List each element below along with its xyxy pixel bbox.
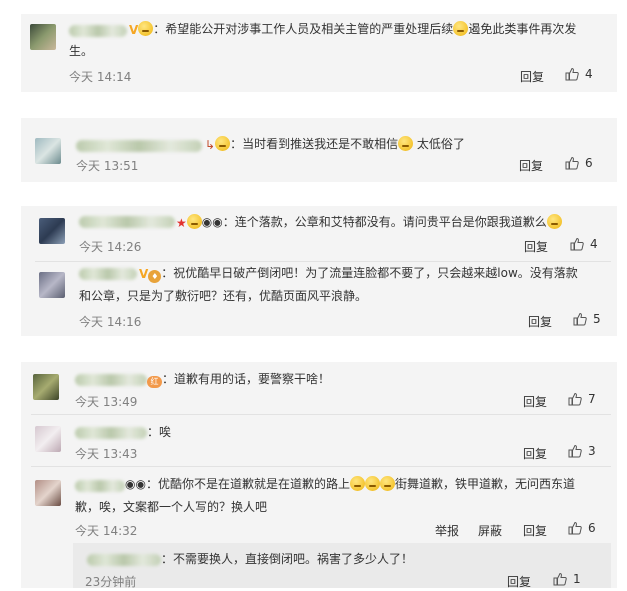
- avatar[interactable]: [35, 480, 61, 506]
- comment-text: 遏免此类事件再次发: [468, 22, 577, 36]
- username[interactable]: [75, 374, 147, 386]
- smile-emoji-icon: [186, 214, 202, 229]
- like-count: 5: [593, 312, 601, 326]
- like-button[interactable]: 6: [568, 521, 596, 535]
- panda-icon: ◉◉: [201, 215, 223, 229]
- divider: [31, 414, 611, 415]
- comment-text: 生。: [69, 44, 94, 58]
- avatar[interactable]: [39, 272, 65, 298]
- timestamp: 今天 14:32: [75, 524, 138, 538]
- thumbs-up-icon: [570, 237, 584, 251]
- thumbs-up-icon: [565, 156, 579, 170]
- timestamp: 今天 13:51: [76, 159, 139, 173]
- thumbs-up-icon: [573, 312, 587, 326]
- like-button[interactable]: 4: [570, 237, 598, 251]
- medal-icon: ♦: [148, 270, 162, 283]
- timestamp: 今天 14:26: [79, 240, 142, 254]
- username[interactable]: [75, 427, 147, 439]
- timestamp: 今天 14:14: [69, 70, 132, 84]
- username[interactable]: [79, 268, 137, 280]
- thumbs-up-icon: [568, 444, 582, 458]
- avatar[interactable]: [35, 138, 61, 164]
- username[interactable]: [75, 480, 125, 492]
- username[interactable]: [79, 216, 175, 228]
- like-count: 6: [588, 521, 596, 535]
- comment-card-3: ★ ◉◉：连个落款，公章和艾特都没有。请问贵平台是你跟我道歉么 今天 14:26 …: [21, 206, 617, 336]
- thumbs-up-icon: [568, 392, 582, 406]
- comment-text: 街舞道歉，铁甲道歉，无问西东道: [394, 477, 575, 491]
- comment-card-1: V ：希望能公开对涉事工作人员及相关主管的严重处理后续 遏免此类事件再次发 生。 今…: [21, 14, 617, 92]
- like-count: 7: [588, 392, 596, 406]
- smile-emoji-icon: [138, 21, 154, 36]
- v-badge-icon: V: [129, 23, 139, 37]
- like-count: 4: [590, 237, 598, 251]
- comment-card-4: 红：道歉有用的话，要警察干啥！ 今天 13:49 回复 7 ：唉 今天 13:4…: [21, 362, 617, 590]
- comment-text: 和公章，只是为了敷衍吧？还有，优酷页面风平浪静。: [79, 289, 368, 303]
- timestamp: 今天 13:43: [75, 447, 138, 461]
- comment-text: ：连个落款，公章和艾特都没有。请问贵平台是你跟我道歉么: [222, 215, 547, 229]
- like-button[interactable]: 4: [565, 67, 593, 81]
- thumbs-up-icon: [553, 572, 567, 586]
- comment-text: ：优酷你不是在道歉就是在道歉的路上: [145, 477, 350, 491]
- comment-text: 歉，唉，文案都一个人写的？换人吧: [75, 500, 268, 514]
- level-badge-icon: 红: [147, 376, 162, 388]
- flag-icon: ↳: [205, 138, 216, 152]
- divider: [35, 261, 611, 262]
- comment-text: ：当时看到推送我还是不敢相信: [230, 137, 399, 151]
- reply-button[interactable]: 回复: [523, 393, 547, 410]
- smile-emoji-icon: [453, 21, 469, 36]
- like-count: 3: [588, 444, 596, 458]
- like-count: 4: [585, 67, 593, 81]
- comment-text: ：唉: [147, 425, 172, 439]
- reply-button[interactable]: 回复: [523, 445, 547, 462]
- username[interactable]: [87, 554, 161, 566]
- comment-text: ：祝优酷早日破产倒闭吧！为了流量连脸都不要了，只会越来越low。没有落款: [161, 266, 578, 280]
- panda-icon: ◉◉: [125, 477, 146, 491]
- v-badge-icon: V: [139, 267, 149, 281]
- smile-emoji-icon: [215, 136, 231, 151]
- like-button[interactable]: 1: [553, 572, 581, 586]
- comment-text: ：道歉有用的话，要警察干啥！: [162, 372, 331, 386]
- like-button[interactable]: 3: [568, 444, 596, 458]
- comment-text: 太低俗了: [416, 137, 465, 151]
- reply-button[interactable]: 回复: [507, 573, 531, 590]
- reply-button[interactable]: 回复: [520, 68, 544, 85]
- timestamp: 今天 14:16: [79, 315, 142, 329]
- timestamp: 23分钟前: [85, 575, 137, 589]
- thumbs-up-icon: [568, 521, 582, 535]
- thumbs-up-icon: [565, 67, 579, 81]
- reply-button[interactable]: 回复: [524, 238, 548, 255]
- avatar[interactable]: [39, 218, 65, 244]
- reply-button[interactable]: 回复: [523, 522, 547, 539]
- like-button[interactable]: 6: [565, 156, 593, 170]
- divider: [31, 466, 611, 467]
- like-button[interactable]: 5: [573, 312, 601, 326]
- report-button[interactable]: 举报: [435, 522, 459, 539]
- smile-emoji-icon: [349, 476, 365, 491]
- username[interactable]: [69, 25, 127, 37]
- smile-emoji-icon: [364, 476, 380, 491]
- comment-card-2: ↳ ：当时看到推送我还是不敢相信 太低俗了 今天 13:51 回复 6: [21, 118, 617, 182]
- avatar[interactable]: [30, 24, 56, 50]
- nested-reply: ：不需要换人，直接倒闭吧。祸害了多少人了！ 23分钟前 回复 1: [73, 543, 611, 590]
- username[interactable]: [76, 140, 202, 152]
- reply-button[interactable]: 回复: [528, 313, 552, 330]
- comment-text: ：不需要换人，直接倒闭吧。祸害了多少人了！: [161, 552, 414, 566]
- smile-emoji-icon: [379, 476, 395, 491]
- timestamp: 今天 13:49: [75, 395, 138, 409]
- comment-text: ：希望能公开对涉事工作人员及相关主管的严重处理后续: [153, 22, 454, 36]
- like-count: 1: [573, 572, 581, 586]
- star-icon: ★: [176, 216, 187, 230]
- smile-emoji-icon: [398, 136, 414, 151]
- block-button[interactable]: 屏蔽: [478, 522, 502, 539]
- smile-emoji-icon: [546, 214, 562, 229]
- like-count: 6: [585, 156, 593, 170]
- avatar[interactable]: [35, 426, 61, 452]
- like-button[interactable]: 7: [568, 392, 596, 406]
- avatar[interactable]: [33, 374, 59, 400]
- reply-button[interactable]: 回复: [519, 157, 543, 174]
